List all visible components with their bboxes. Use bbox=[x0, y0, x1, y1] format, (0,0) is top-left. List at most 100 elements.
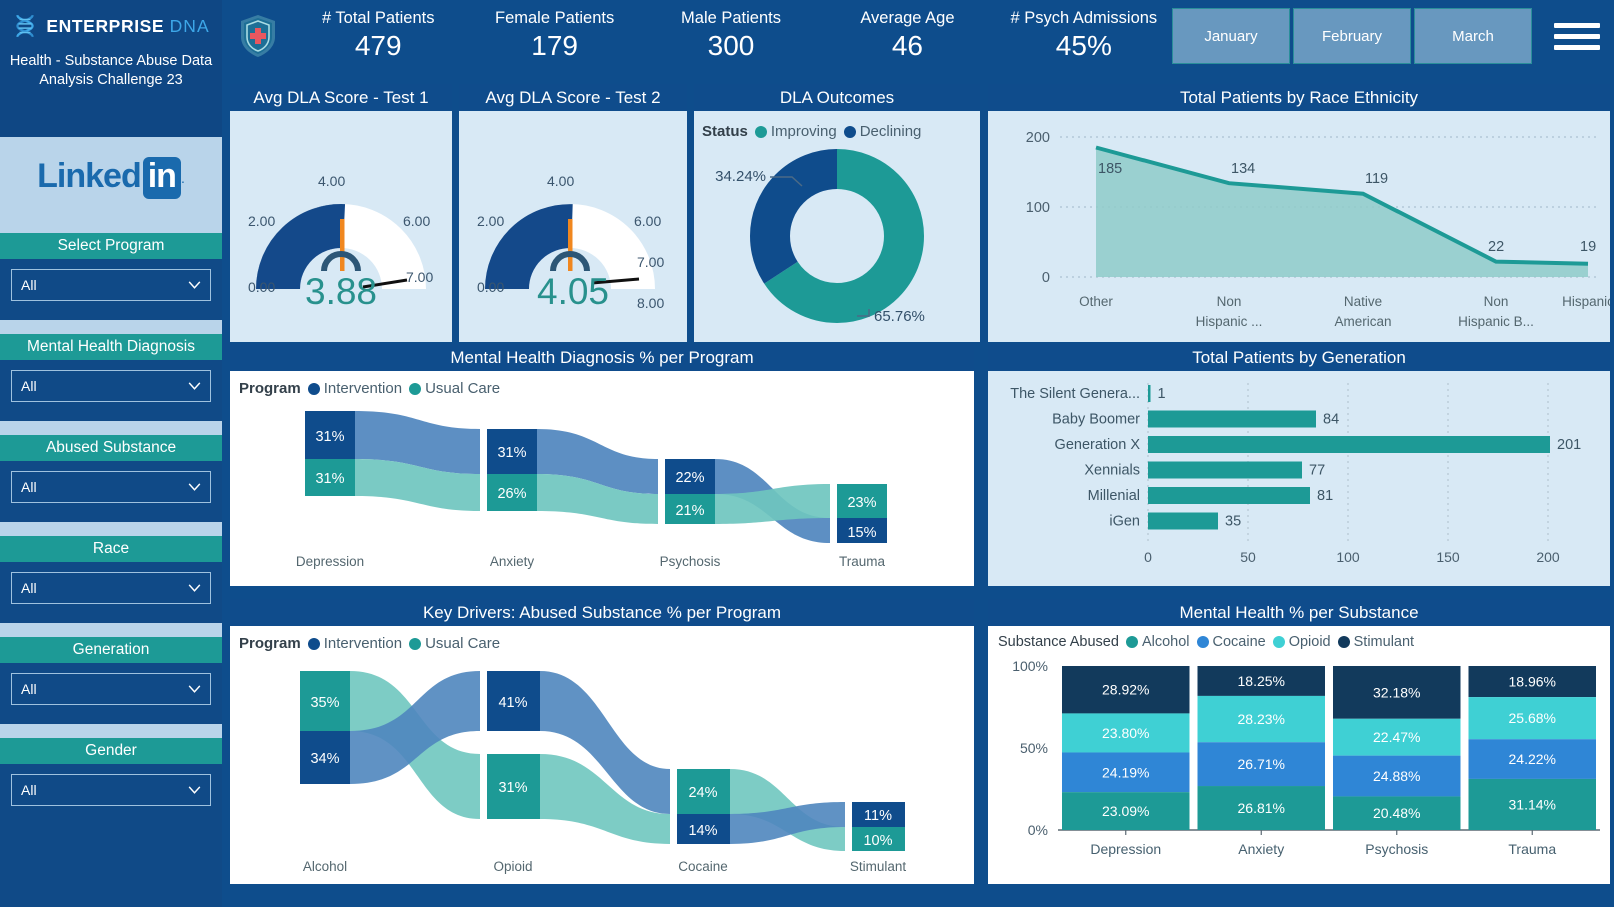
svg-text:0: 0 bbox=[1144, 549, 1152, 565]
donut-label-improving: 65.76% bbox=[874, 308, 925, 325]
filter-select-program: Select Program All bbox=[0, 219, 222, 320]
kpi-average-age: Average Age 46 bbox=[819, 9, 995, 62]
filter-dropdown[interactable]: All bbox=[11, 269, 211, 301]
svg-text:50: 50 bbox=[1240, 549, 1256, 565]
gauge2-tick-0: 0.00 bbox=[477, 279, 505, 295]
filter-dropdown[interactable]: All bbox=[11, 471, 211, 503]
month-button-february[interactable]: February bbox=[1293, 8, 1411, 64]
filter-divider bbox=[0, 320, 222, 334]
dna-icon bbox=[16, 14, 35, 38]
hamburger-menu-icon[interactable] bbox=[1554, 22, 1600, 50]
sidebar: ENTERPRISE DNA Health - Substance Abuse … bbox=[0, 0, 222, 907]
month-button-january[interactable]: January bbox=[1172, 8, 1290, 64]
panel-substance-sankey: Key Drivers: Abused Substance % per Prog… bbox=[230, 599, 974, 884]
filter-value: All bbox=[21, 378, 37, 394]
svg-text:Native: Native bbox=[1344, 294, 1382, 309]
svg-text:26.81%: 26.81% bbox=[1238, 800, 1285, 816]
kpi-male-patients: Male Patients 300 bbox=[643, 9, 819, 62]
chevron-down-icon bbox=[188, 281, 201, 289]
legend-item-improving[interactable]: Improving bbox=[754, 123, 837, 140]
kpi-label: # Total Patients bbox=[321, 9, 435, 28]
legend-label-usual-care-2: Usual Care bbox=[425, 635, 501, 652]
mh-substance-legend: Substance Abused Alcohol Cocaine Opioid … bbox=[988, 626, 1610, 650]
legend-item-stimulant[interactable]: Stimulant bbox=[1337, 634, 1414, 650]
donut-legend-title: Status bbox=[702, 123, 748, 140]
svg-text:41%: 41% bbox=[498, 695, 527, 711]
legend-item-alcohol[interactable]: Alcohol bbox=[1125, 634, 1190, 650]
substance-sankey-chart: Program Intervention Usual Care 35% 34% … bbox=[230, 626, 974, 884]
svg-text:150: 150 bbox=[1436, 549, 1460, 565]
svg-text:119: 119 bbox=[1365, 171, 1388, 187]
svg-text:200: 200 bbox=[1026, 130, 1050, 146]
panel-mh-diagnosis-sankey: Mental Health Diagnosis % per Program Pr… bbox=[230, 344, 974, 586]
kpi-group: # Total Patients 479 Female Patients 179 Mal… bbox=[290, 9, 1172, 62]
legend-label-declining: Declining bbox=[859, 123, 922, 140]
legend-dot-intervention-2 bbox=[307, 637, 320, 650]
filter-divider bbox=[0, 623, 222, 637]
month-button-march[interactable]: March bbox=[1414, 8, 1532, 64]
panel-dla-outcomes: DLA Outcomes Status Improving Declining … bbox=[694, 84, 980, 342]
kpi-total-patients: # Total Patients 479 bbox=[290, 9, 466, 62]
panel-title-gauge2: Avg DLA Score - Test 2 bbox=[459, 84, 687, 111]
svg-text:84: 84 bbox=[1323, 412, 1339, 428]
svg-text:American: American bbox=[1334, 314, 1391, 329]
substance-sankey-svg: 35% 34% 41% 31% 24% 14% 11% 10% Alcohol … bbox=[300, 671, 906, 874]
legend-dot-stimulant bbox=[1337, 636, 1350, 648]
panel-title-donut: DLA Outcomes bbox=[694, 84, 980, 111]
gauge1-tick-6: 6.00 bbox=[403, 213, 431, 229]
svg-text:The Silent Genera...: The Silent Genera... bbox=[1010, 386, 1140, 402]
svg-text:Non: Non bbox=[1484, 294, 1509, 309]
race-area-chart: 200 100 0 185 134 119 22 19 Other Non Hi… bbox=[988, 111, 1614, 342]
gauge2-tick-6: 6.00 bbox=[634, 213, 662, 229]
legend-dot-declining bbox=[843, 125, 856, 138]
gen-bar bbox=[1148, 461, 1302, 479]
legend-item-intervention-2[interactable]: Intervention bbox=[307, 635, 402, 652]
filter-dropdown[interactable]: All bbox=[11, 774, 211, 806]
svg-text:Hispanic: Hispanic bbox=[1562, 294, 1610, 309]
gauge1-tick-2: 2.00 bbox=[248, 213, 276, 229]
svg-text:24.88%: 24.88% bbox=[1373, 768, 1420, 784]
svg-text:Anxiety: Anxiety bbox=[490, 554, 535, 569]
panel-title-generation: Total Patients by Generation bbox=[988, 344, 1610, 371]
legend-item-intervention[interactable]: Intervention bbox=[307, 380, 402, 397]
generation-bar-chart: 0 50 100 150 200 The Silent Genera... 1 Baby Bo… bbox=[988, 371, 1610, 586]
legend-dot-usual-care-2 bbox=[409, 637, 422, 650]
gauge2-tick-4: 4.00 bbox=[547, 173, 575, 189]
svg-text:34%: 34% bbox=[310, 751, 339, 767]
kpi-label: # Psych Admissions bbox=[1010, 9, 1158, 28]
kpi-value: 300 bbox=[707, 29, 755, 61]
legend-item-cocaine[interactable]: Cocaine bbox=[1196, 634, 1266, 650]
substance-legend-title: Program bbox=[239, 635, 301, 652]
svg-text:25.68%: 25.68% bbox=[1509, 710, 1556, 726]
svg-text:Non: Non bbox=[1217, 294, 1242, 309]
svg-text:14%: 14% bbox=[688, 823, 717, 839]
month-filter-group[interactable]: January February March bbox=[1172, 8, 1532, 64]
legend-item-declining[interactable]: Declining bbox=[843, 123, 922, 140]
legend-item-opioid[interactable]: Opioid bbox=[1272, 634, 1331, 650]
gen-bar bbox=[1148, 385, 1151, 402]
svg-text:21%: 21% bbox=[675, 503, 704, 519]
gauge-test2: 2.00 0.00 4.00 6.00 7.00 8.00 4.05 bbox=[459, 111, 687, 329]
svg-text:31.14%: 31.14% bbox=[1509, 796, 1556, 812]
filter-title: Abused Substance bbox=[0, 435, 222, 461]
filter-dropdown[interactable]: All bbox=[11, 370, 211, 402]
legend-dot-intervention bbox=[307, 382, 320, 395]
filter-value: All bbox=[21, 681, 37, 697]
panel-title-substance-sankey: Key Drivers: Abused Substance % per Prog… bbox=[230, 599, 974, 626]
svg-text:185: 185 bbox=[1098, 161, 1122, 177]
filter-divider bbox=[0, 421, 222, 435]
gen-bar bbox=[1148, 410, 1316, 428]
svg-text:Anxiety: Anxiety bbox=[1238, 841, 1284, 857]
legend-item-usual-care-2[interactable]: Usual Care bbox=[409, 635, 500, 652]
svg-text:35: 35 bbox=[1225, 514, 1241, 530]
filter-body: All bbox=[0, 562, 222, 623]
mh-substance-stacked-svg: 100% 50% 0% 28.92% 23.80% 24.19% 23.09% Depress… bbox=[1012, 658, 1600, 857]
filter-title: Select Program bbox=[0, 233, 222, 259]
legend-item-usual-care[interactable]: Usual Care bbox=[409, 380, 500, 397]
gauge1-value: 3.88 bbox=[304, 271, 378, 312]
filter-dropdown[interactable]: All bbox=[11, 572, 211, 604]
filter-dropdown[interactable]: All bbox=[11, 673, 211, 705]
panel-gauge-test1: Avg DLA Score - Test 1 2.00 0.00 4.00 6.… bbox=[230, 84, 452, 342]
linkedin-logo[interactable]: Linked in. bbox=[0, 137, 222, 219]
filter-divider bbox=[0, 219, 222, 233]
